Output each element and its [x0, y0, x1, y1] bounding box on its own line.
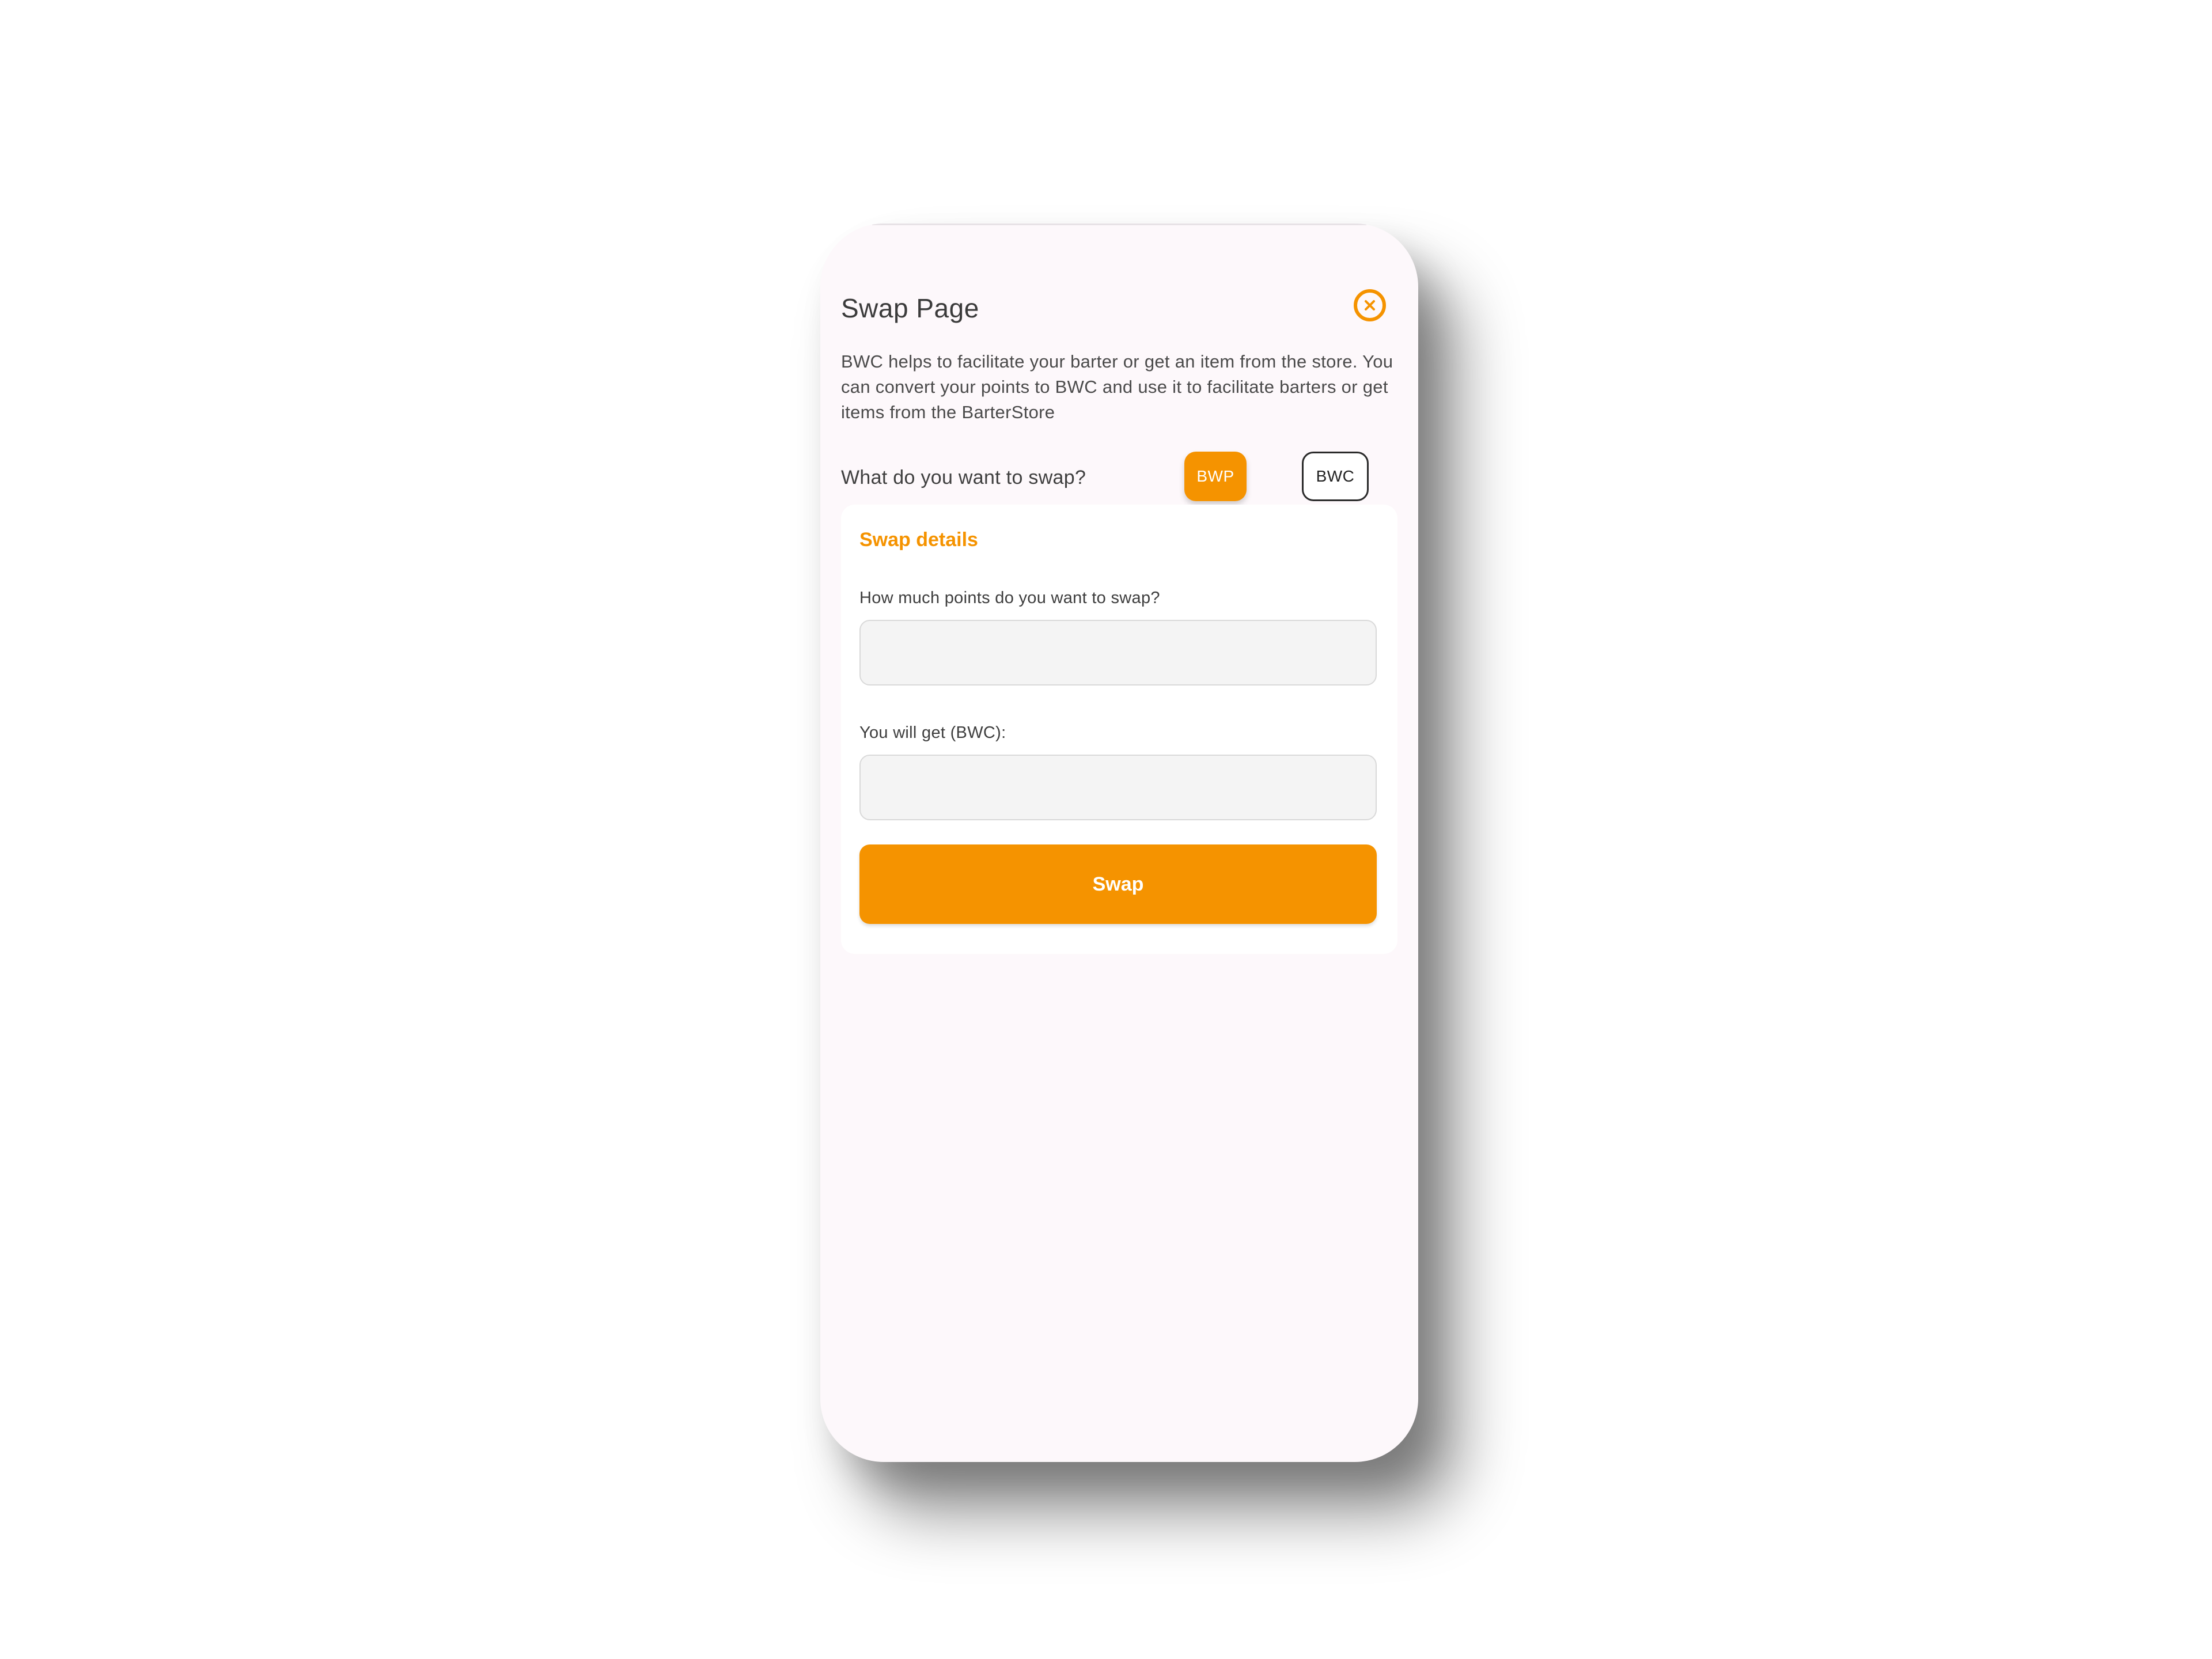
- swap-button[interactable]: Swap: [859, 844, 1377, 924]
- page-header: Swap Page: [841, 272, 1397, 347]
- points-label: How much points do you want to swap?: [859, 589, 1160, 607]
- top-divider: [872, 224, 1366, 225]
- bwc-option-button[interactable]: BWC: [1302, 452, 1369, 501]
- close-icon: [1365, 300, 1375, 310]
- swap-choice-row: What do you want to swap? BWP BWC: [841, 452, 1397, 507]
- close-button[interactable]: [1354, 289, 1386, 321]
- page-title: Swap Page: [841, 293, 979, 323]
- phone-screen: Swap Page BWC helps to facilitate your b…: [820, 224, 1418, 1462]
- bwc-result-field[interactable]: [859, 755, 1377, 820]
- points-input[interactable]: [859, 620, 1377, 685]
- swap-question: What do you want to swap?: [841, 467, 1086, 488]
- bwp-option-button[interactable]: BWP: [1184, 452, 1247, 501]
- swap-details-title: Swap details: [859, 529, 978, 551]
- stage: Swap Page BWC helps to facilitate your b…: [0, 0, 2212, 1659]
- page-description: BWC helps to facilitate your barter or g…: [841, 351, 1393, 422]
- bwc-result-label: You will get (BWC):: [859, 724, 1006, 742]
- swap-details-card: Swap details How much points do you want…: [841, 505, 1397, 954]
